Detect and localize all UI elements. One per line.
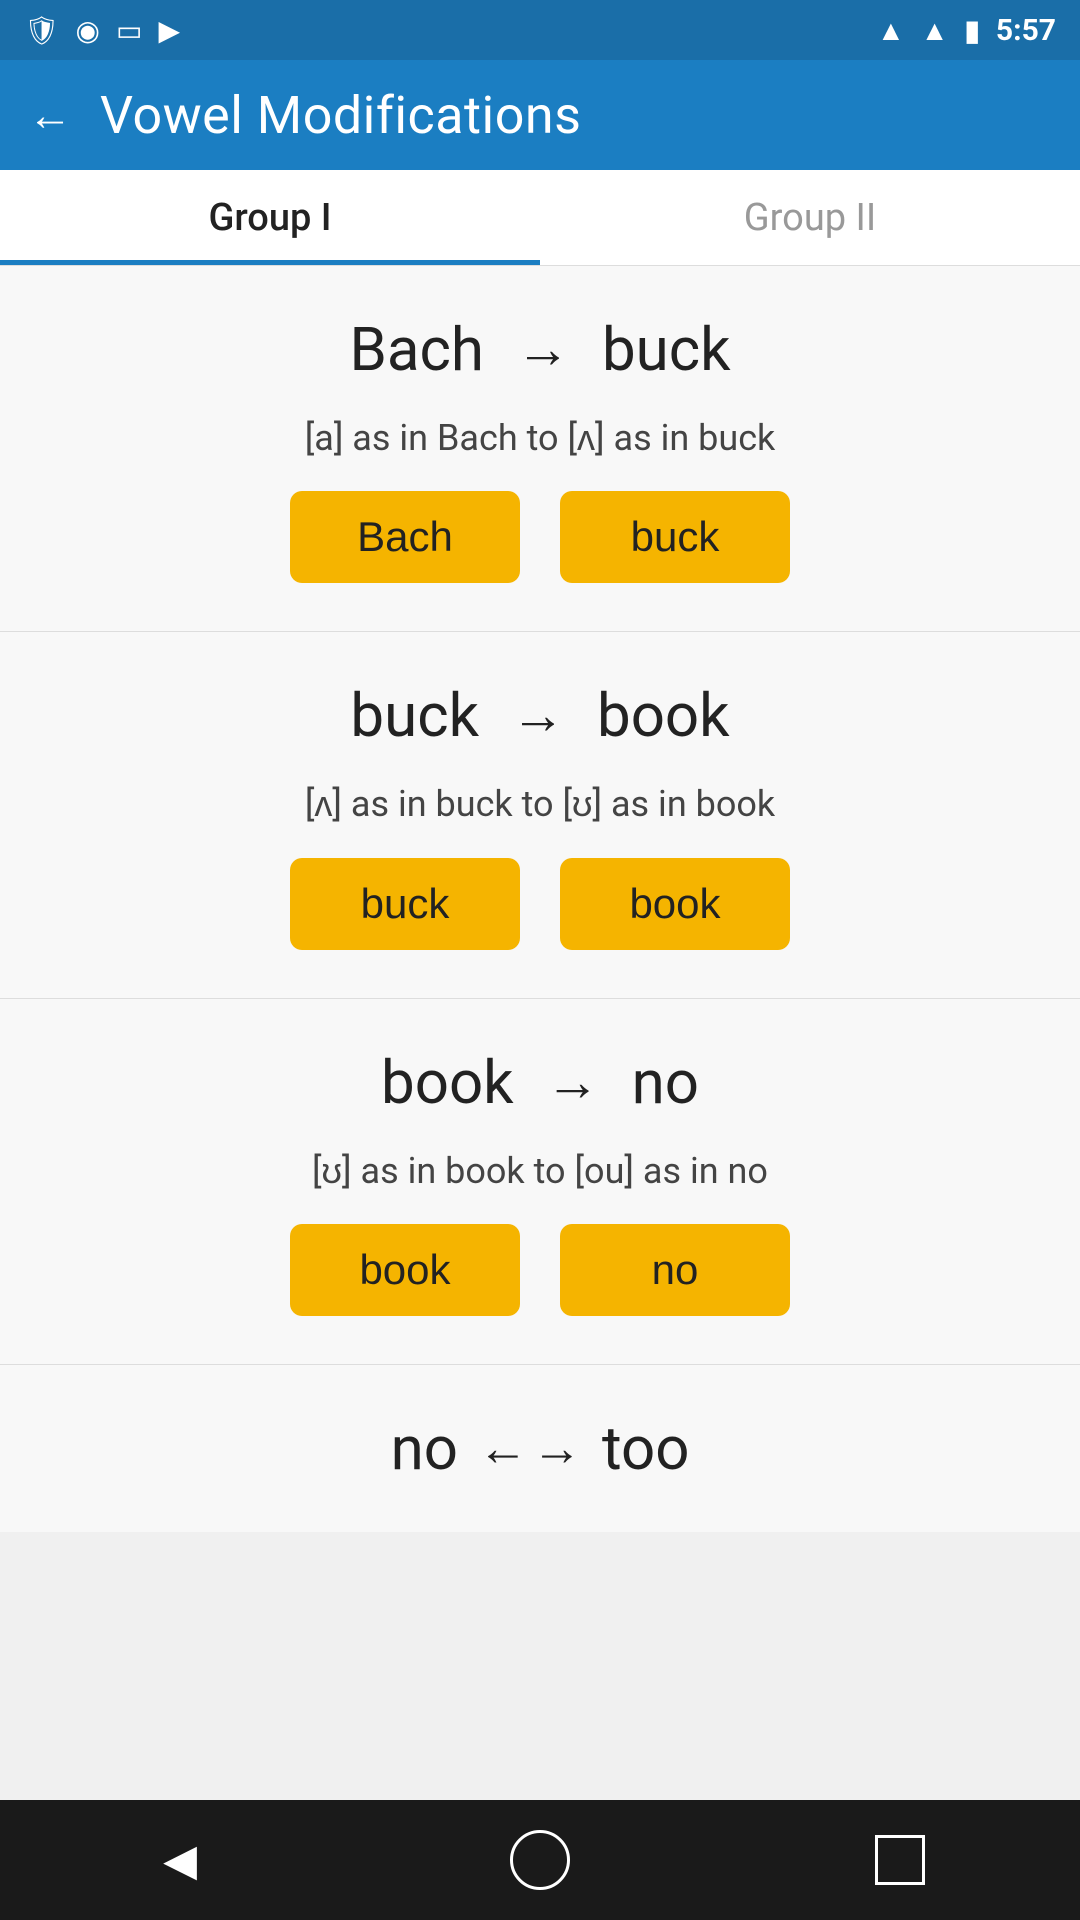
arrow-right: → [532, 1419, 582, 1478]
signal-icon: ▲ [921, 14, 949, 47]
app-title: Vowel Modifications [100, 85, 581, 146]
btn-book-1[interactable]: book [560, 858, 790, 950]
arrow-1: → [516, 318, 570, 381]
button-row-1: Bach buck [290, 491, 790, 583]
status-icons-left: 🛡 ◉ ▭ ▶ [24, 14, 180, 47]
app-bar: ← Vowel Modifications [0, 60, 1080, 170]
word-to-4: too [602, 1413, 689, 1484]
status-bar: 🛡 ◉ ▭ ▶ ▲ ▲ ▮ 5:57 [0, 0, 1080, 60]
word-to-3: no [632, 1047, 699, 1118]
back-button[interactable]: ← [28, 89, 72, 141]
wifi-icon: ▲ [877, 14, 905, 47]
btn-buck-2[interactable]: buck [290, 858, 520, 950]
nav-recents-button[interactable] [860, 1820, 940, 1900]
nav-home-icon [510, 1830, 570, 1890]
word-to-1: buck [602, 314, 731, 385]
sd-card-icon: ▭ [116, 14, 142, 47]
btn-no-1[interactable]: no [560, 1224, 790, 1316]
phonetic-1: [a] as in Bach to [ʌ] as in buck [305, 413, 776, 463]
word-to-2: book [597, 680, 730, 751]
circle-icon: ◉ [76, 14, 100, 47]
button-row-2: buck book [290, 858, 790, 950]
content-area: Bach → buck [a] as in Bach to [ʌ] as in … [0, 266, 1080, 1800]
word-from-2: buck [350, 680, 479, 751]
word-from-3: book [381, 1047, 514, 1118]
nav-recents-icon [875, 1835, 925, 1885]
nav-bar: ◀ [0, 1800, 1080, 1920]
word-from-1: Bach [349, 314, 483, 385]
word-pair-3: book → no [381, 1047, 699, 1118]
arrow-left: ← [478, 1419, 528, 1478]
nav-home-button[interactable] [500, 1820, 580, 1900]
nav-back-button[interactable]: ◀ [140, 1820, 220, 1900]
card-bach-buck: Bach → buck [a] as in Bach to [ʌ] as in … [0, 266, 1080, 632]
arrow-2: → [511, 684, 565, 747]
card-no-too: no ← → too [0, 1365, 1080, 1532]
shield-icon: 🛡 [24, 14, 60, 47]
word-pair-2: buck → book [350, 680, 729, 751]
btn-buck-1[interactable]: buck [560, 491, 790, 583]
arrow-3: → [546, 1051, 600, 1114]
play-store-icon: ▶ [158, 14, 180, 47]
word-from-4: no [391, 1413, 458, 1484]
word-pair-4: no ← → too [391, 1413, 690, 1484]
tab-group1[interactable]: Group I [0, 170, 540, 265]
card-book-no: book → no [ʊ] as in book to [ou] as in n… [0, 999, 1080, 1365]
card-buck-book: buck → book [ʌ] as in buck to [ʊ] as in … [0, 632, 1080, 998]
button-row-3: book no [290, 1224, 790, 1316]
double-arrow: ← → [478, 1419, 582, 1478]
btn-book-2[interactable]: book [290, 1224, 520, 1316]
tab-group2[interactable]: Group II [540, 170, 1080, 265]
phonetic-3: [ʊ] as in book to [ou] as in no [312, 1146, 768, 1196]
nav-back-icon: ◀ [163, 1834, 197, 1886]
tab-bar: Group I Group II [0, 170, 1080, 266]
time-display: 5:57 [996, 13, 1056, 48]
word-pair-1: Bach → buck [349, 314, 730, 385]
battery-icon: ▮ [964, 14, 979, 47]
phonetic-2: [ʌ] as in buck to [ʊ] as in book [305, 779, 775, 829]
btn-bach[interactable]: Bach [290, 491, 520, 583]
status-icons-right: ▲ ▲ ▮ 5:57 [877, 13, 1056, 48]
